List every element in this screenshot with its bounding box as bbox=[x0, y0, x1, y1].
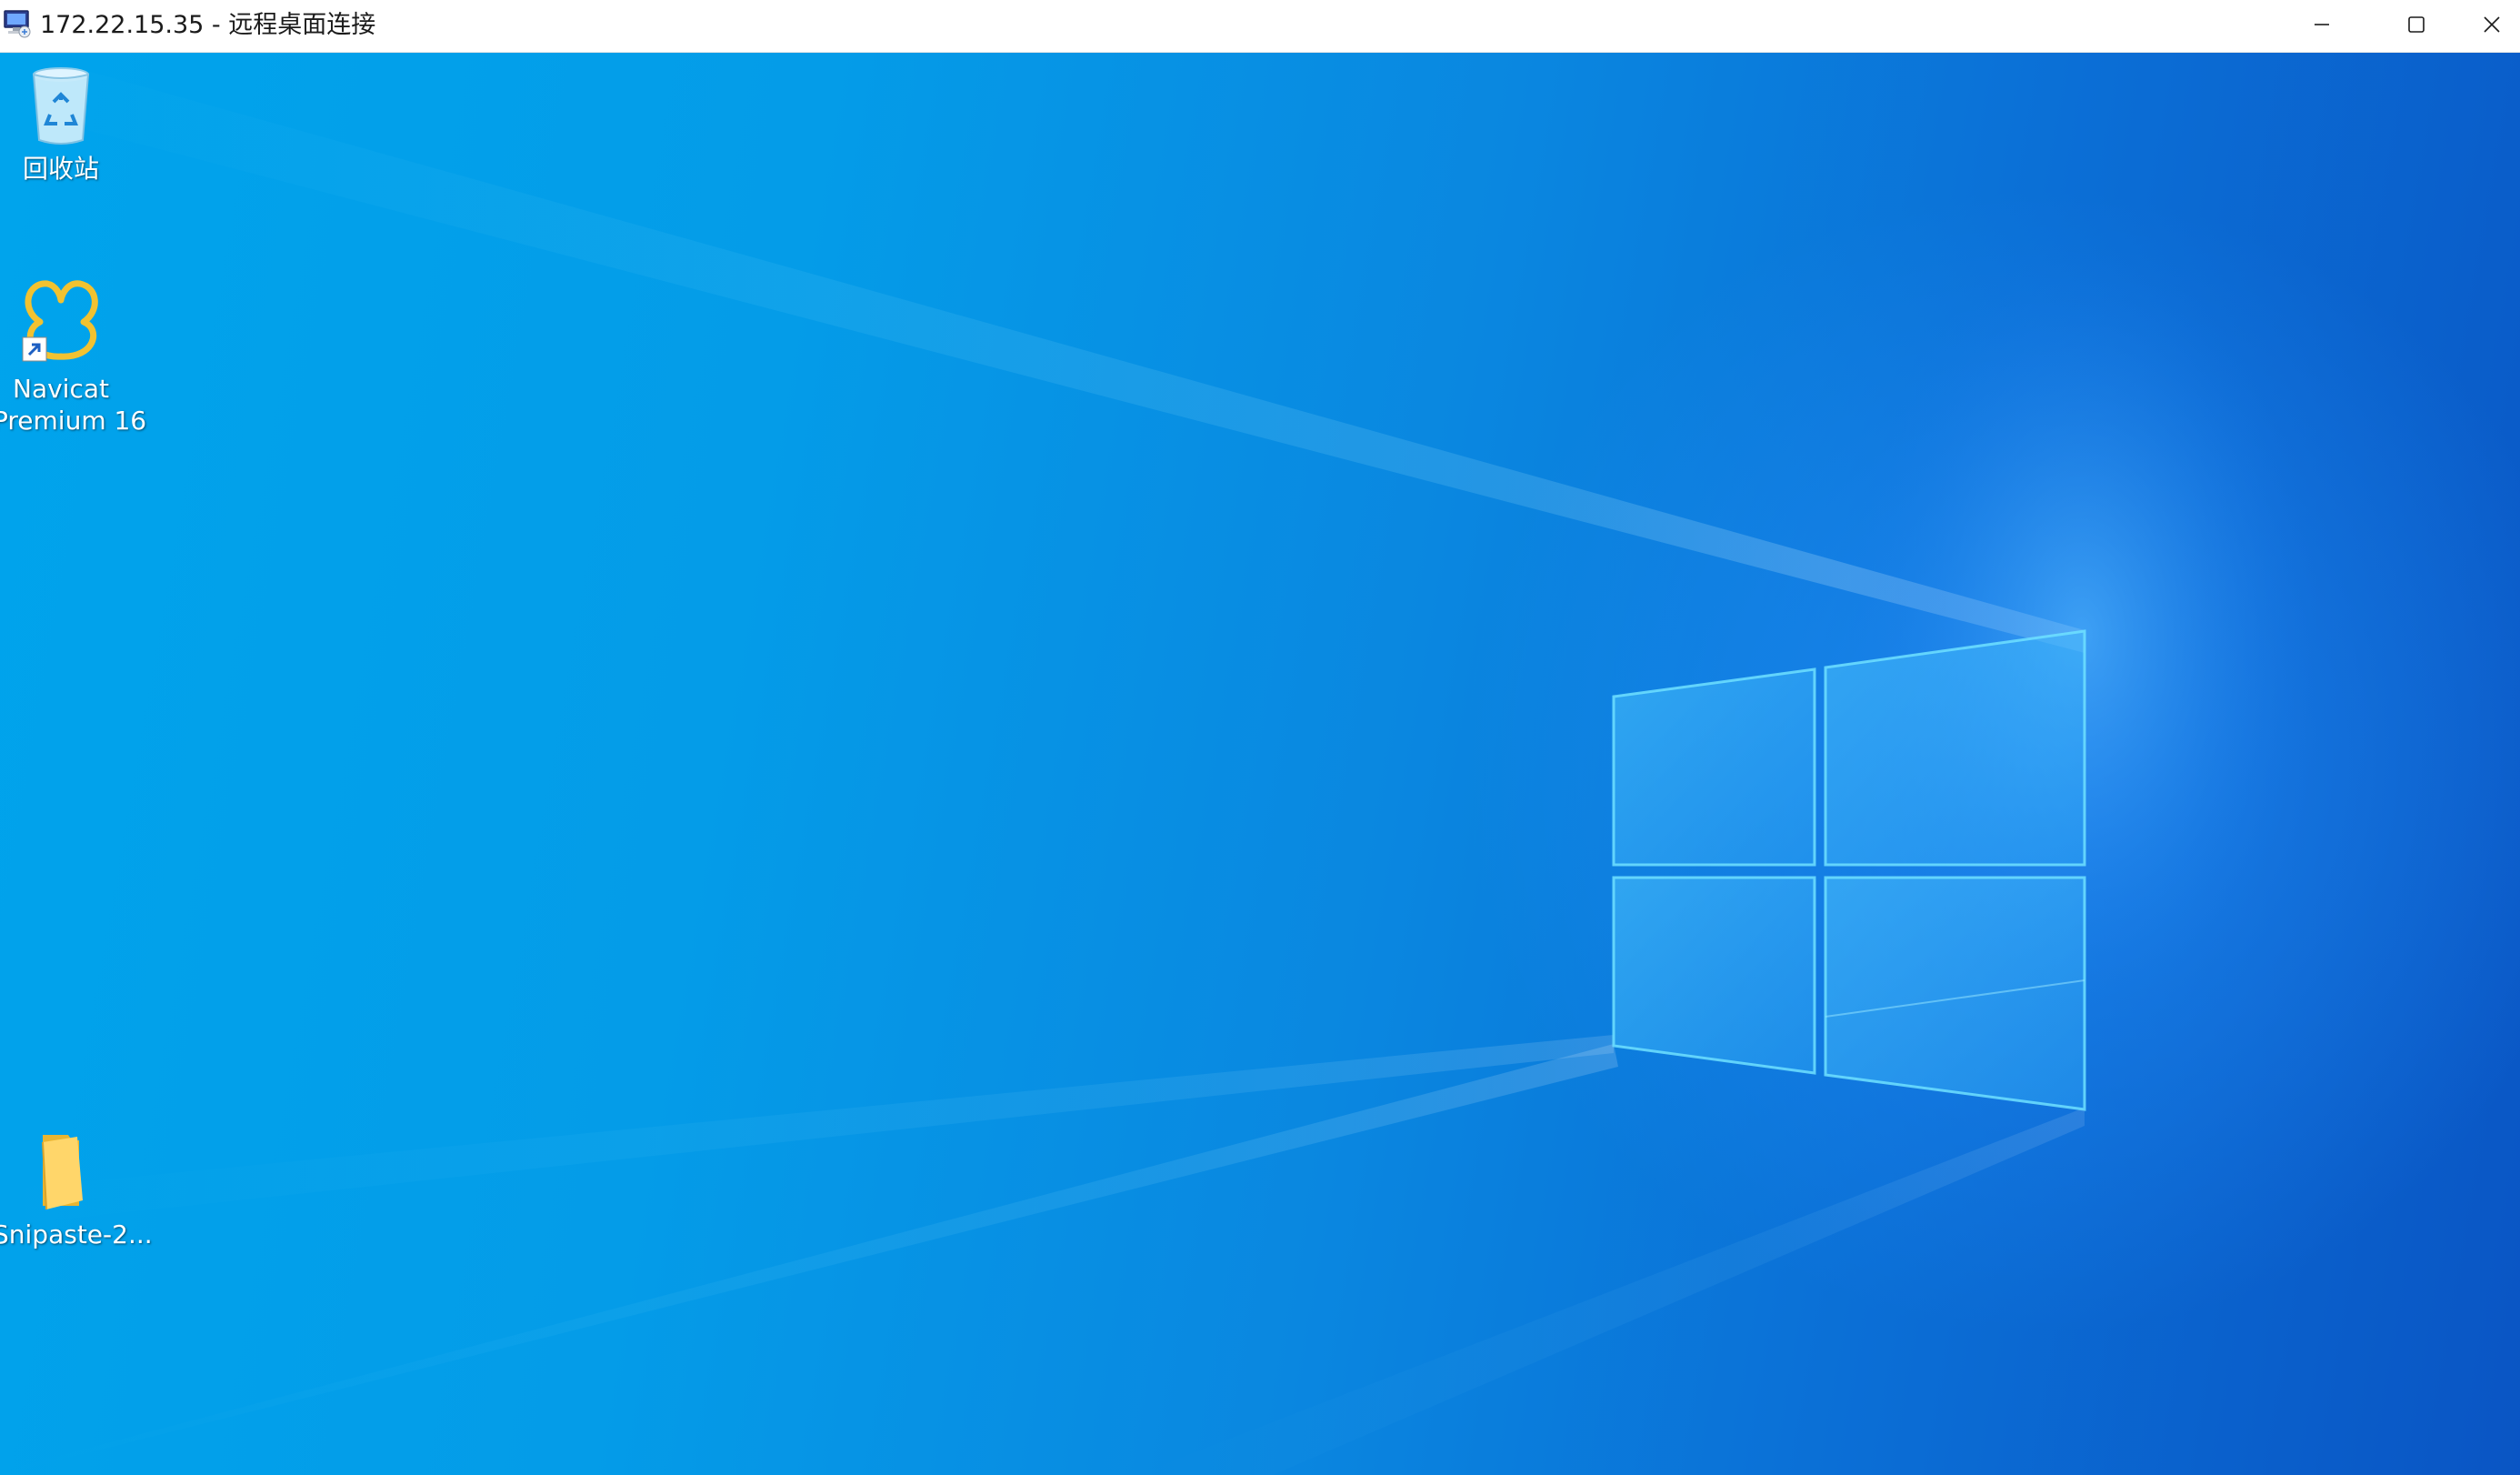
remote-desktop-window: 172.22.15.35 - 远程桌面连接 回收站 Navicat Premiu… bbox=[0, 0, 2520, 1475]
desktop[interactable]: 回收站 Navicat Premium 16 Snipaste-2... bbox=[0, 53, 2520, 1475]
desktop-icon-navicat[interactable]: Navicat Premium 16 bbox=[0, 271, 147, 436]
maximize-icon bbox=[2406, 15, 2426, 38]
title-bar[interactable]: 172.22.15.35 - 远程桌面连接 bbox=[0, 0, 2520, 53]
window-title: 172.22.15.35 - 远程桌面连接 bbox=[40, 11, 376, 39]
recycle-bin-icon bbox=[19, 67, 103, 153]
desktop-icon-label: 回收站 bbox=[22, 154, 99, 184]
minimize-icon bbox=[2313, 15, 2331, 37]
wallpaper-windows-logo bbox=[0, 62, 2318, 1475]
desktop-icon-snipaste-folder[interactable]: Snipaste-2... bbox=[0, 1128, 153, 1250]
close-icon bbox=[2482, 15, 2502, 38]
remote-desktop-icon[interactable] bbox=[2, 7, 33, 40]
folder-icon bbox=[25, 1135, 97, 1219]
shortcut-arrow-icon bbox=[22, 336, 47, 362]
maximize-button[interactable] bbox=[2369, 0, 2464, 53]
desktop-icon-recycle-bin[interactable]: 回收站 bbox=[0, 62, 129, 185]
desktop-icon-label: Snipaste-2... bbox=[0, 1219, 153, 1249]
minimize-button[interactable] bbox=[2275, 0, 2369, 53]
close-button[interactable] bbox=[2464, 0, 2520, 53]
desktop-icon-label: Navicat bbox=[13, 374, 109, 404]
desktop-icon-label: Premium 16 bbox=[0, 406, 147, 436]
navicat-icon bbox=[11, 271, 111, 369]
